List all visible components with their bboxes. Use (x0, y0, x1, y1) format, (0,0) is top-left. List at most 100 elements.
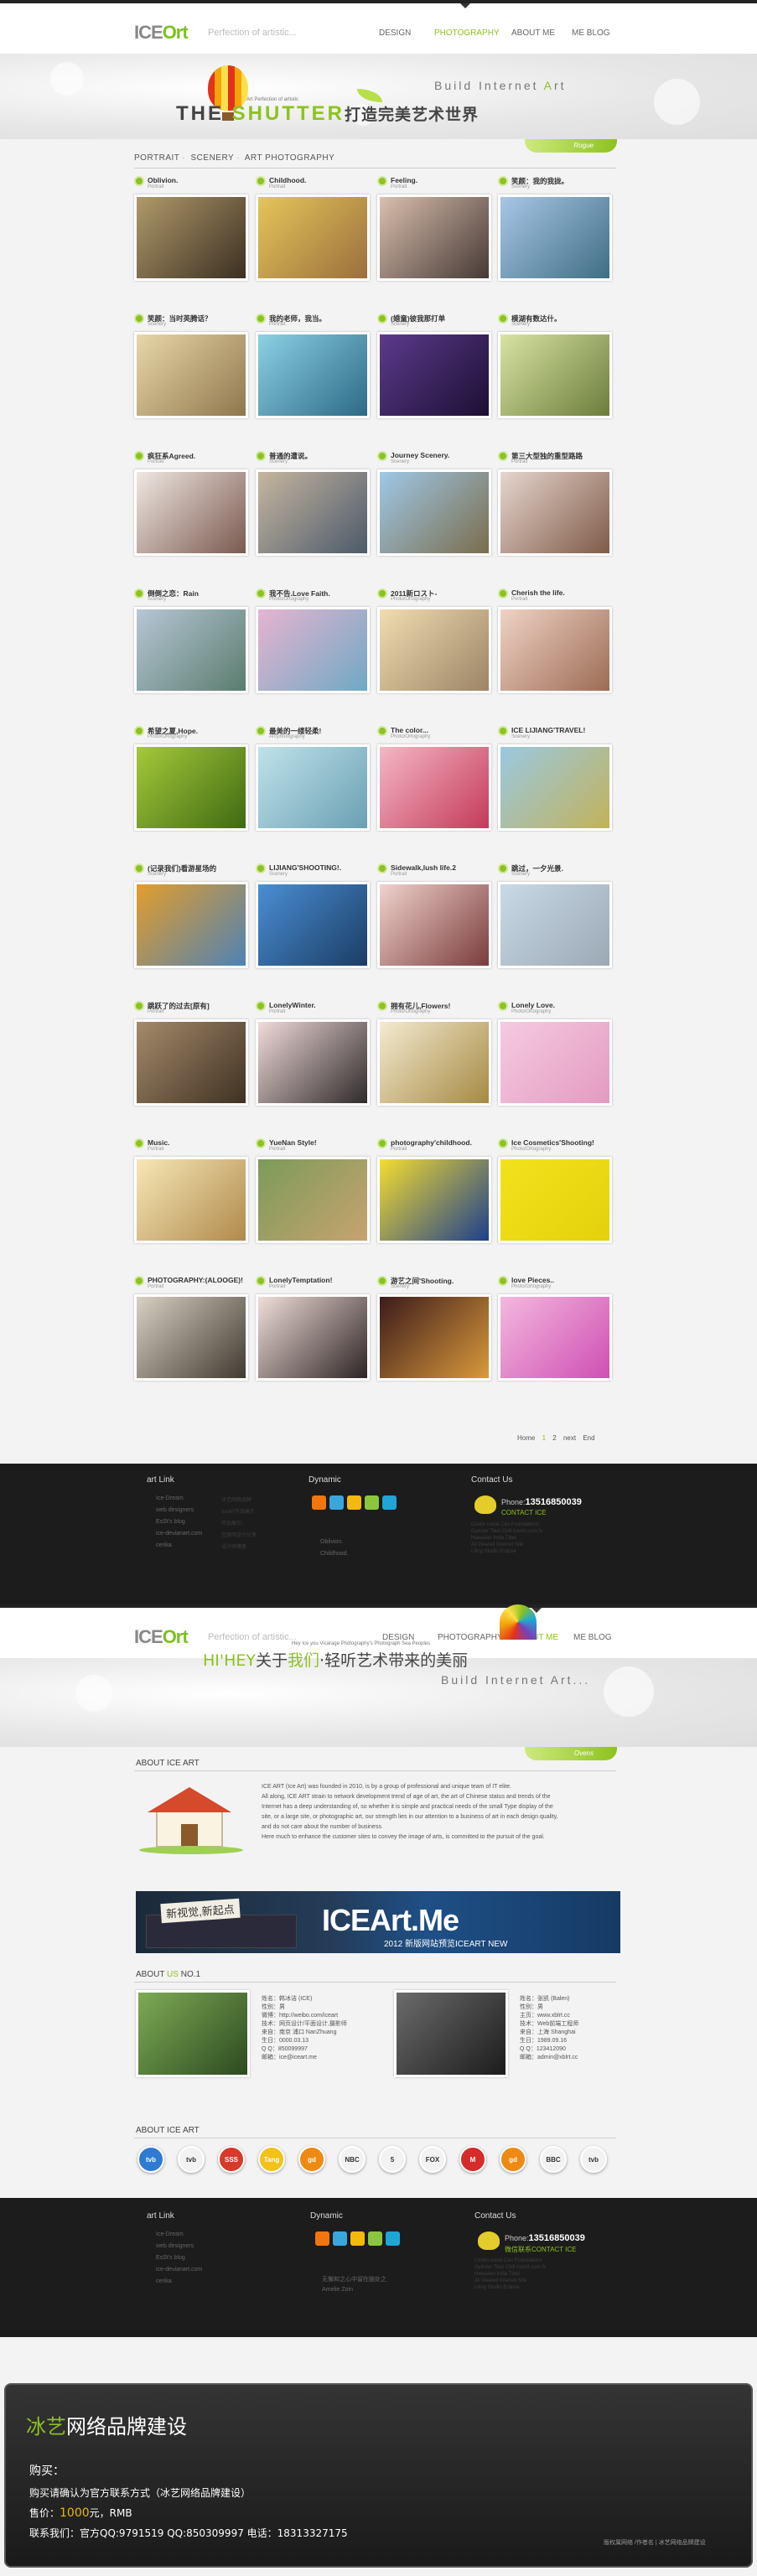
nav-photography-2[interactable]: PHOTOGRAPHY (438, 1633, 503, 1642)
photo-thumbnail[interactable] (377, 607, 491, 693)
photo-title[interactable]: The color... (391, 726, 491, 734)
footer-link[interactable]: Ice-Dream (156, 1495, 184, 1501)
footer-link[interactable]: ice-devianart.com (156, 1531, 202, 1537)
photo-thumbnail[interactable] (134, 1294, 248, 1381)
client-logo[interactable]: FOX (419, 2146, 446, 2173)
photo-thumbnail[interactable] (256, 194, 370, 281)
photo-thumbnail[interactable] (498, 882, 612, 968)
page-2[interactable]: 2 (552, 1434, 556, 1442)
photo-thumbnail[interactable] (256, 1157, 370, 1243)
photo-card[interactable]: LonelyWinter. Portrait (256, 1001, 370, 1106)
logo-2[interactable]: ICEOrt (134, 1626, 189, 1648)
photo-title[interactable]: Lonely Love. (511, 1001, 612, 1009)
client-logo[interactable]: 5 (379, 2146, 406, 2173)
photo-card[interactable]: LIJIANG'SHOOTING!. Scenery (256, 863, 370, 968)
photo-thumbnail[interactable] (134, 469, 248, 556)
mail-icon[interactable] (350, 2231, 365, 2246)
nav-about-me[interactable]: ABOUT ME (511, 29, 555, 38)
client-logo[interactable]: tvb (580, 2146, 607, 2173)
rss-icon[interactable] (312, 1495, 326, 1510)
promo-banner[interactable]: 新视觉,新起点 ICEArt.Me 2012 新版网站预览ICEART NEW (136, 1891, 620, 1953)
photo-thumbnail[interactable] (498, 1157, 612, 1243)
dynamic-item[interactable]: Childhood. (320, 1551, 348, 1557)
photo-title[interactable]: Ice Cosmetics'Shooting! (511, 1138, 612, 1147)
footer-link[interactable]: web designers (156, 1507, 194, 1513)
photo-thumbnail[interactable] (256, 1294, 370, 1381)
photo-card[interactable]: 第三大型独的重型路路 Portrait (498, 451, 612, 556)
photo-card[interactable]: 2011新ロスト- Photo/Ortography (377, 588, 491, 693)
photo-title[interactable]: love Pieces.. (511, 1276, 612, 1284)
photo-card[interactable]: ICE LIJIANG'TRAVEL! Scenery (498, 726, 612, 831)
photo-thumbnail[interactable] (377, 1157, 491, 1243)
photo-title[interactable]: LonelyWinter. (269, 1001, 370, 1009)
photo-card[interactable]: 模湖有数达什。 Scenery (498, 314, 612, 418)
photo-thumbnail[interactable] (134, 882, 248, 968)
feed-icon[interactable] (382, 1495, 397, 1510)
footer2-link[interactable]: cerika (156, 2278, 172, 2284)
photo-card[interactable]: PHOTOGRAPHY:(ALOOGE)! Portrait (134, 1276, 248, 1381)
crumb-scenery[interactable]: SCENERY (191, 153, 235, 163)
photo-card[interactable]: love Pieces.. Photo/Ortography (498, 1276, 612, 1381)
client-logo[interactable]: tvb (137, 2146, 164, 2173)
photo-card[interactable]: 希望之夏,Hope. Photo/Ortography (134, 726, 248, 831)
photo-thumbnail[interactable] (498, 332, 612, 418)
photo-card[interactable]: 跳跃了的过去[原有] Portrait (134, 1001, 248, 1106)
photo-card[interactable]: Childhood. Portrait (256, 176, 370, 281)
photo-title[interactable]: Childhood. (269, 176, 370, 184)
photo-thumbnail[interactable] (134, 607, 248, 693)
rss-icon[interactable] (315, 2231, 329, 2246)
photo-thumbnail[interactable] (256, 882, 370, 968)
photo-thumbnail[interactable] (498, 1019, 612, 1106)
photo-card[interactable]: Lonely Love. Photo/Ortography (498, 1001, 612, 1106)
share-icon[interactable] (368, 2231, 382, 2246)
photo-title[interactable]: Feeling. (391, 176, 491, 184)
photo-thumbnail[interactable] (134, 194, 248, 281)
footer-link[interactable]: cerika (156, 1542, 172, 1548)
footer-link-right[interactable]: 互联网设计分享 (221, 1531, 257, 1538)
member-photo-1[interactable] (136, 1990, 250, 2077)
photo-card[interactable]: 拥有花儿,Flowers! Photo/Ortography (377, 1001, 491, 1106)
client-logo[interactable]: NBC (339, 2146, 366, 2173)
photo-title[interactable]: YueNan Style! (269, 1138, 370, 1147)
photo-title[interactable]: LonelyTemptation! (269, 1276, 370, 1284)
footer2-link[interactable]: ice-devianart.com (156, 2267, 202, 2273)
photo-title[interactable]: Journey Scenery. (391, 451, 491, 459)
photo-card[interactable]: 普通的遭说。 Scenery (256, 451, 370, 556)
nav-me-blog-2[interactable]: ME BLOG (573, 1633, 612, 1642)
photo-title[interactable]: Sidewalk,lush life.2 (391, 863, 491, 872)
footer-link-right[interactable]: 作品展示: (221, 1519, 243, 1526)
footer-link-right[interactable]: 冰艺网络品牌 (221, 1495, 251, 1503)
client-logo[interactable]: M (459, 2146, 486, 2173)
photo-card[interactable]: Oblivion. Portrait (134, 176, 248, 281)
photo-thumbnail[interactable] (256, 332, 370, 418)
photo-title[interactable]: PHOTOGRAPHY:(ALOOGE)! (148, 1276, 248, 1284)
photo-card[interactable]: (记录我们)看游星场的 Scenery (134, 863, 248, 968)
footer-link-right[interactable]: 设计师博客 (221, 1542, 246, 1550)
client-logo[interactable]: SSS (218, 2146, 245, 2173)
contact-phone-2[interactable]: Phone:13516850039 (505, 2233, 585, 2243)
feed-icon[interactable] (386, 2231, 400, 2246)
logo[interactable]: ICEOrt (134, 22, 189, 44)
photo-card[interactable]: LonelyTemptation! Portrait (256, 1276, 370, 1381)
photo-card[interactable]: 我不告.Love Faith. Photo/Ortography (256, 588, 370, 693)
photo-thumbnail[interactable] (498, 1294, 612, 1381)
photo-card[interactable]: 游艺之间'Shooting. Scenery (377, 1276, 491, 1381)
photo-card[interactable]: 跳过，一夕光景. Scenery (498, 863, 612, 968)
photo-thumbnail[interactable] (256, 469, 370, 556)
client-logo[interactable]: gd (500, 2146, 526, 2173)
photo-card[interactable]: Music. Portrait (134, 1138, 248, 1243)
footer2-link[interactable]: web designers (156, 2243, 194, 2249)
photo-title[interactable]: Oblivion. (148, 176, 248, 184)
client-logo[interactable]: tvb (178, 2146, 205, 2173)
member-photo-2[interactable] (394, 1990, 508, 2077)
dynamic-item[interactable]: 无懈和之心中留在脑处之 (322, 2275, 386, 2283)
photo-thumbnail[interactable] (377, 469, 491, 556)
photo-thumbnail[interactable] (498, 607, 612, 693)
photo-thumbnail[interactable] (377, 882, 491, 968)
photo-title[interactable]: Cherish the life. (511, 588, 612, 597)
photo-card[interactable]: Feeling. Portrait (377, 176, 491, 281)
photo-card[interactable]: 最美的一缕轻柔! Art/photography (256, 726, 370, 831)
mail-icon[interactable] (347, 1495, 361, 1510)
photo-card[interactable]: Sidewalk,lush life.2 Portrait (377, 863, 491, 968)
photo-card[interactable]: 笑颜：当时英腾话？ Scenery (134, 314, 248, 418)
